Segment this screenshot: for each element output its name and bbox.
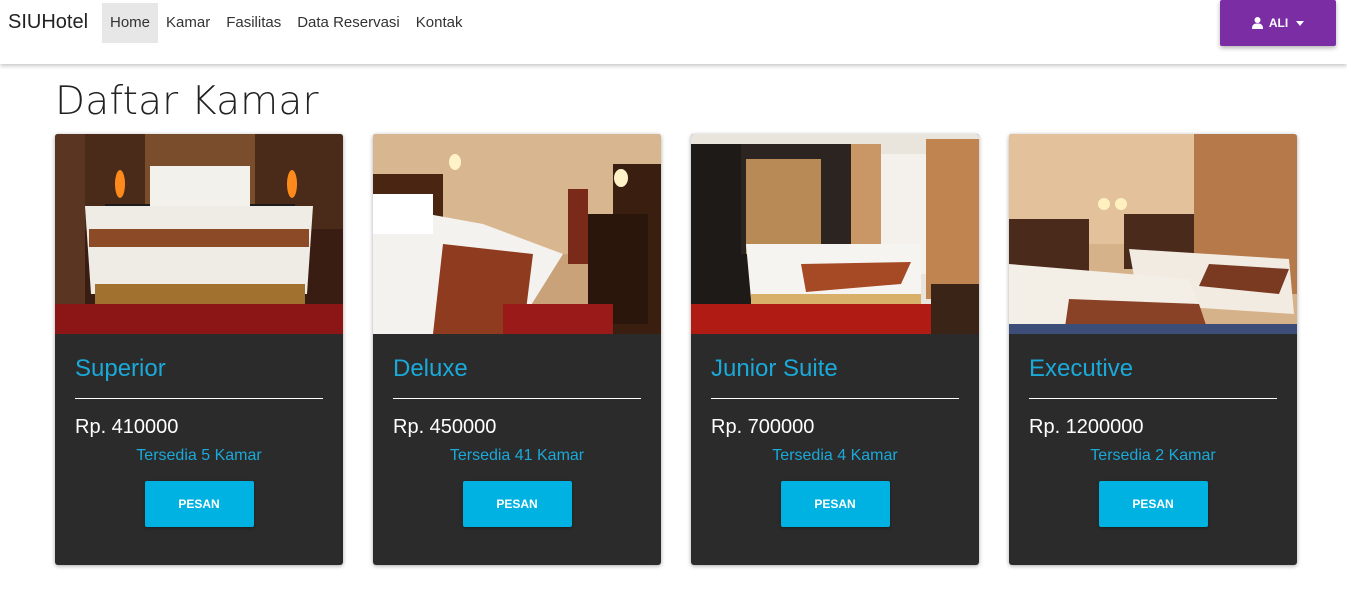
room-availability: Tersedia 5 Kamar	[136, 447, 262, 464]
room-name: Executive	[1029, 355, 1134, 382]
brand-logo[interactable]: SIUHotel	[8, 11, 88, 34]
room-photo-junior-suite	[691, 134, 979, 334]
room-availability: Tersedia 4 Kamar	[772, 447, 898, 464]
book-button-junior-suite[interactable]: PESAN	[780, 481, 890, 527]
nav-fasilitas[interactable]: Fasilitas	[218, 3, 289, 43]
room-availability: Tersedia 41 Kamar	[449, 447, 585, 464]
room-card-superior: Superior Rp. 410000 Tersedia 5 Kamar PES…	[55, 134, 343, 565]
user-icon	[1251, 17, 1263, 29]
room-availability: Tersedia 2 Kamar	[1090, 447, 1216, 464]
room-photo-superior	[55, 134, 343, 334]
room-price: Rp. 410000	[75, 416, 179, 438]
room-name: Deluxe	[393, 355, 468, 382]
nav-links: Home Kamar Fasilitas Data Reservasi Kont…	[102, 3, 470, 43]
user-menu-button[interactable]: ALI	[1220, 0, 1336, 46]
room-price: Rp. 450000	[393, 416, 497, 438]
caret-down-icon	[1296, 20, 1305, 26]
nav-data-reservasi[interactable]: Data Reservasi	[289, 3, 408, 43]
room-price: Rp. 1200000	[1029, 416, 1144, 438]
room-card-executive: Executive Rp. 1200000 Tersedia 2 Kamar P…	[1009, 134, 1297, 565]
room-photo-executive	[1009, 134, 1297, 334]
divider	[1029, 398, 1277, 399]
divider	[75, 398, 323, 399]
room-name: Superior	[75, 355, 166, 382]
room-card-junior-suite: Junior Suite Rp. 700000 Tersedia 4 Kamar…	[691, 134, 979, 565]
divider	[393, 398, 641, 399]
page-title: Daftar Kamar	[55, 79, 319, 124]
room-name: Junior Suite	[711, 355, 838, 382]
nav-kontak[interactable]: Kontak	[408, 3, 471, 43]
navbar: SIUHotel Home Kamar Fasilitas Data Reser…	[0, 0, 1347, 64]
book-button-deluxe[interactable]: PESAN	[462, 481, 572, 527]
nav-home[interactable]: Home	[102, 3, 159, 43]
room-card-deluxe: Deluxe Rp. 450000 Tersedia 41 Kamar PESA…	[373, 134, 661, 565]
room-list: Superior Rp. 410000 Tersedia 5 Kamar PES…	[55, 134, 1297, 565]
user-name: ALI	[1268, 16, 1289, 30]
book-button-superior[interactable]: PESAN	[144, 481, 254, 527]
nav-kamar[interactable]: Kamar	[158, 3, 218, 43]
book-button-executive[interactable]: PESAN	[1098, 481, 1208, 527]
divider	[711, 398, 959, 399]
room-photo-deluxe	[373, 134, 661, 334]
room-price: Rp. 700000	[711, 416, 815, 438]
